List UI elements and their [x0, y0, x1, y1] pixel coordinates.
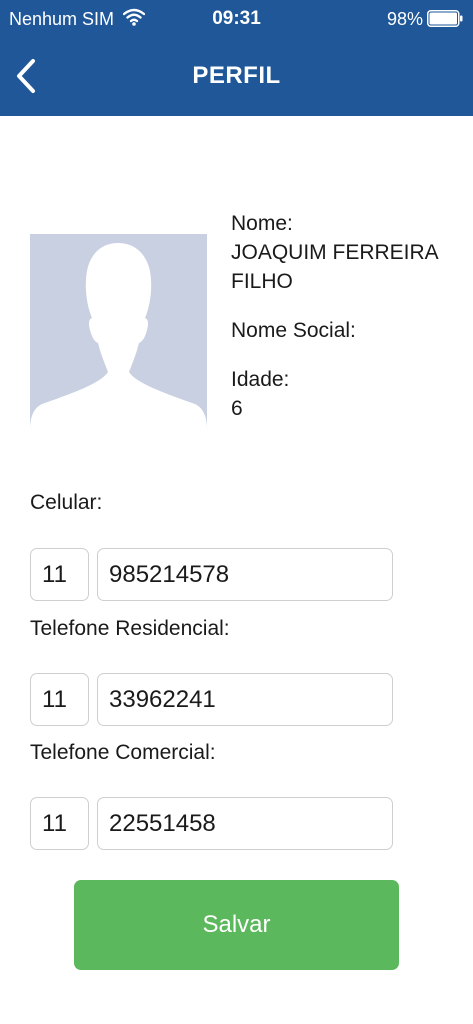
app-header: Nenhum SIM 09:31 98% PERFIL: [0, 0, 473, 116]
mobile-number-input[interactable]: 985214578: [97, 548, 393, 601]
save-button[interactable]: Salvar: [74, 880, 399, 970]
mobile-label: Celular:: [30, 491, 103, 514]
home-phone-label: Telefone Residencial:: [30, 617, 230, 640]
avatar: [30, 234, 207, 430]
work-phone-label: Telefone Comercial:: [30, 741, 216, 764]
name-value-line2: FILHO: [231, 270, 293, 293]
social-name-block: Nome Social:: [231, 316, 461, 345]
name-value-line1: JOAQUIM FERREIRA: [231, 241, 439, 264]
age-label: Idade:: [231, 368, 290, 391]
age-block: Idade: 6: [231, 365, 461, 423]
name-block: Nome: JOAQUIM FERREIRA FILHO: [231, 209, 461, 296]
name-label: Nome:: [231, 212, 293, 235]
home-number-input[interactable]: 33962241: [97, 673, 393, 726]
mobile-area-code-input[interactable]: 11: [30, 548, 89, 601]
battery-percentage: 98%: [386, 9, 423, 29]
page-title: PERFIL: [192, 62, 281, 89]
profile-info: Nome: JOAQUIM FERREIRA FILHO Nome Social…: [231, 209, 461, 443]
social-name-label: Nome Social:: [231, 319, 356, 342]
work-number-input[interactable]: 22551458: [97, 797, 393, 850]
status-bar: Nenhum SIM 09:31 98%: [0, 0, 473, 38]
person-silhouette-icon: [30, 243, 207, 430]
home-area-code-input[interactable]: 11: [30, 673, 89, 726]
battery-icon: [427, 10, 463, 27]
nav-bar: PERFIL: [0, 38, 473, 116]
age-value: 6: [231, 397, 243, 420]
work-area-code-input[interactable]: 11: [30, 797, 89, 850]
